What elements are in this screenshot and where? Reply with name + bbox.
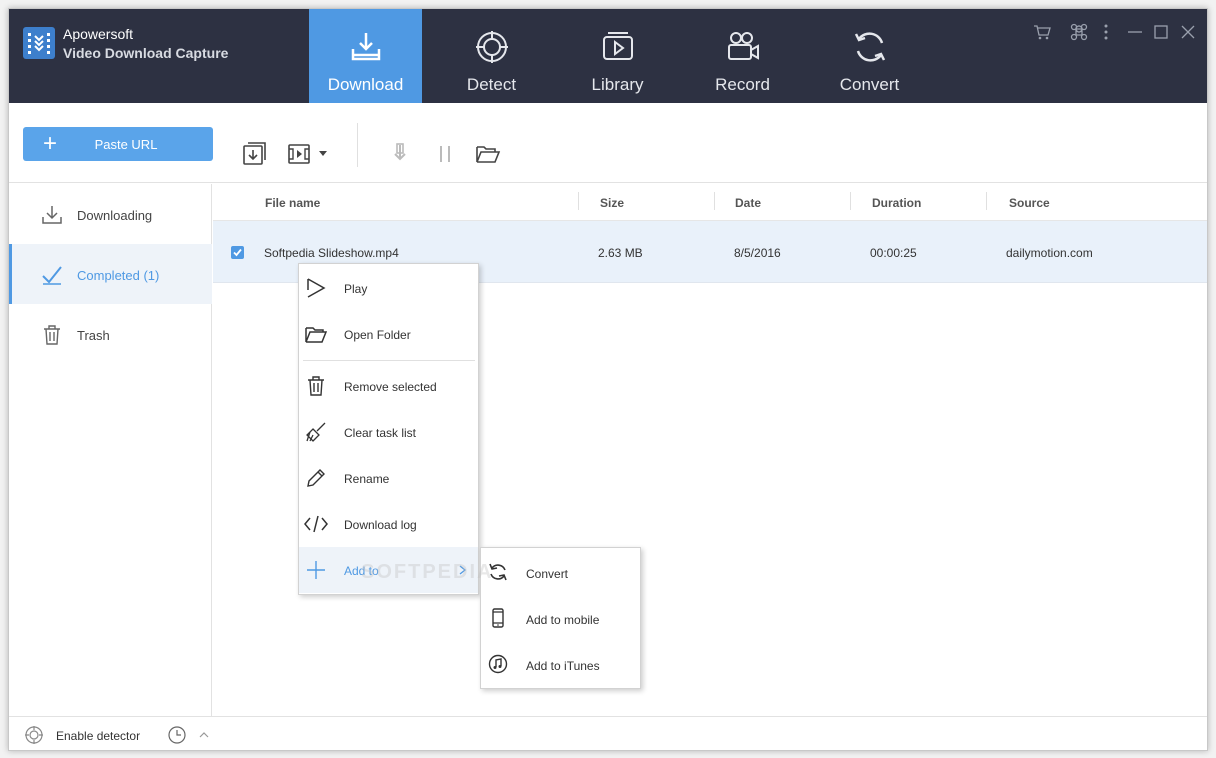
watermark: SOFTPEDIA bbox=[361, 561, 494, 583]
submenu-item-label: Add to iTunes bbox=[526, 659, 600, 673]
submenu-item-add-to-itunes[interactable]: Add to iTunes bbox=[481, 641, 640, 687]
menu-item-label: Open Folder bbox=[344, 328, 411, 342]
enable-detector-toggle[interactable]: Enable detector bbox=[56, 729, 140, 743]
download-file-icon[interactable] bbox=[241, 141, 267, 167]
sidebar-item-downloading[interactable]: Downloading bbox=[9, 184, 212, 244]
menu-item-label: Clear task list bbox=[344, 426, 417, 440]
chevron-up-icon[interactable] bbox=[197, 725, 211, 745]
clock-icon[interactable] bbox=[167, 725, 187, 745]
toolbar-divider bbox=[357, 123, 358, 167]
status-bar: Enable detector bbox=[9, 716, 1207, 750]
download-icon bbox=[42, 206, 62, 224]
broom-icon bbox=[306, 422, 326, 442]
column-header-duration[interactable]: Duration bbox=[872, 196, 921, 210]
music-note-icon bbox=[488, 654, 508, 674]
menu-item-rename[interactable]: Rename bbox=[299, 455, 478, 501]
sidebar-item-completed[interactable]: Completed (1) bbox=[9, 244, 212, 304]
column-divider bbox=[578, 192, 579, 210]
video-file-icon[interactable] bbox=[287, 141, 313, 167]
context-menu: Play Open Folder Remove selected Clear t… bbox=[298, 263, 479, 595]
menu-item-clear-task-list[interactable]: Clear task list bbox=[299, 409, 478, 455]
column-header-file-name[interactable]: File name bbox=[265, 196, 320, 210]
cell-date: 8/5/2016 bbox=[734, 246, 781, 260]
add-to-submenu: Convert Add to mobile Add to iTunes bbox=[480, 547, 641, 689]
column-divider bbox=[850, 192, 851, 210]
submenu-item-label: Add to mobile bbox=[526, 613, 600, 627]
close-icon[interactable] bbox=[1179, 23, 1197, 41]
play-icon bbox=[307, 278, 326, 298]
folder-icon bbox=[305, 327, 327, 343]
trash-icon bbox=[308, 376, 324, 396]
checkmark-icon bbox=[233, 248, 242, 257]
trash-icon bbox=[44, 325, 60, 345]
column-header-size[interactable]: Size bbox=[600, 196, 624, 210]
video-library-icon bbox=[602, 32, 633, 60]
sidebar-item-label: Trash bbox=[77, 328, 110, 343]
start-download-icon[interactable] bbox=[387, 141, 413, 167]
submenu-item-convert[interactable]: Convert bbox=[481, 549, 640, 595]
paste-url-label: Paste URL bbox=[94, 137, 158, 152]
table-header: File name Size Date Duration Source bbox=[213, 184, 1207, 221]
column-divider bbox=[986, 192, 987, 210]
tab-library[interactable]: Library bbox=[561, 9, 674, 103]
crosshair-icon bbox=[475, 31, 508, 63]
tab-label: Convert bbox=[839, 75, 900, 94]
column-divider bbox=[714, 192, 715, 210]
cell-size: 2.63 MB bbox=[598, 246, 643, 260]
video-camera-icon bbox=[727, 32, 759, 60]
tab-label: Record bbox=[715, 75, 770, 94]
tab-record[interactable]: Record bbox=[686, 9, 799, 103]
open-folder-icon[interactable] bbox=[475, 141, 501, 167]
menu-item-open-folder[interactable]: Open Folder bbox=[299, 311, 478, 357]
cell-source: dailymotion.com bbox=[1006, 246, 1093, 260]
code-icon bbox=[304, 515, 328, 533]
menu-divider bbox=[303, 360, 475, 361]
menu-item-label: Download log bbox=[344, 518, 417, 532]
tab-download[interactable]: Download bbox=[309, 9, 422, 103]
tab-label: Library bbox=[591, 75, 644, 94]
column-header-date[interactable]: Date bbox=[735, 196, 761, 210]
sidebar-item-label: Completed (1) bbox=[77, 268, 160, 283]
convert-cycle-icon bbox=[854, 32, 885, 62]
menu-item-play[interactable]: Play bbox=[299, 265, 478, 311]
sidebar: Downloading Completed (1) Trash bbox=[9, 184, 212, 716]
cell-file-name: Softpedia Slideshow.mp4 bbox=[264, 246, 399, 260]
pause-icon[interactable] bbox=[432, 141, 458, 167]
chevron-down-icon[interactable] bbox=[316, 141, 330, 167]
maximize-icon[interactable] bbox=[1152, 23, 1170, 41]
check-icon bbox=[42, 266, 62, 285]
app-logo-icon bbox=[23, 27, 55, 59]
app-vendor: Apowersoft bbox=[63, 26, 134, 42]
submenu-item-add-to-mobile[interactable]: Add to mobile bbox=[481, 595, 640, 641]
sidebar-item-label: Downloading bbox=[77, 208, 153, 223]
header-bar: Apowersoft Video Download Capture Downlo… bbox=[9, 9, 1207, 103]
download-tray-icon bbox=[351, 33, 380, 61]
cart-icon[interactable] bbox=[1033, 23, 1051, 41]
menu-item-download-log[interactable]: Download log bbox=[299, 501, 478, 547]
app-title: Video Download Capture bbox=[63, 45, 229, 61]
more-icon[interactable] bbox=[1097, 23, 1115, 41]
tab-label: Detect bbox=[466, 75, 517, 94]
cell-duration: 00:00:25 bbox=[870, 246, 917, 260]
plus-icon bbox=[307, 561, 325, 579]
paste-url-button[interactable]: + Paste URL bbox=[23, 127, 213, 161]
detector-icon[interactable] bbox=[24, 725, 44, 745]
row-checkbox[interactable] bbox=[231, 246, 244, 259]
tab-convert[interactable]: Convert bbox=[813, 9, 926, 103]
tab-detect[interactable]: Detect bbox=[435, 9, 548, 103]
menu-item-label: Rename bbox=[344, 472, 390, 486]
toolbar: + Paste URL bbox=[9, 103, 1207, 183]
pencil-icon bbox=[307, 469, 325, 487]
app-window: Apowersoft Video Download Capture Downlo… bbox=[8, 8, 1208, 751]
menu-item-label: Play bbox=[344, 282, 368, 296]
mobile-icon bbox=[492, 608, 504, 628]
menu-item-remove-selected[interactable]: Remove selected bbox=[299, 363, 478, 409]
column-header-source[interactable]: Source bbox=[1009, 196, 1050, 210]
tab-label: Download bbox=[327, 75, 404, 94]
menu-item-label: Remove selected bbox=[344, 380, 437, 394]
command-icon[interactable] bbox=[1070, 23, 1088, 41]
submenu-item-label: Convert bbox=[526, 567, 569, 581]
sidebar-item-trash[interactable]: Trash bbox=[9, 304, 212, 364]
minimize-icon[interactable] bbox=[1126, 23, 1144, 41]
